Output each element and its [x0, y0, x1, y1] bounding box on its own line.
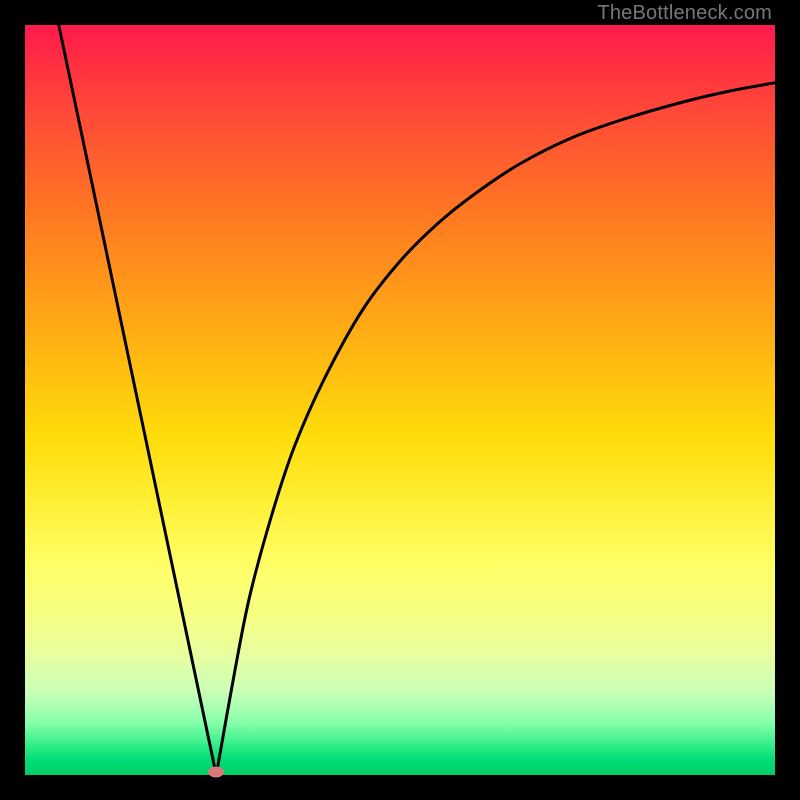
chart-container: TheBottleneck.com	[0, 0, 800, 800]
curve-path	[59, 25, 775, 775]
bottleneck-curve	[25, 25, 775, 775]
plot-area	[25, 25, 775, 775]
minimum-marker	[208, 767, 224, 778]
attribution-label: TheBottleneck.com	[597, 2, 772, 25]
